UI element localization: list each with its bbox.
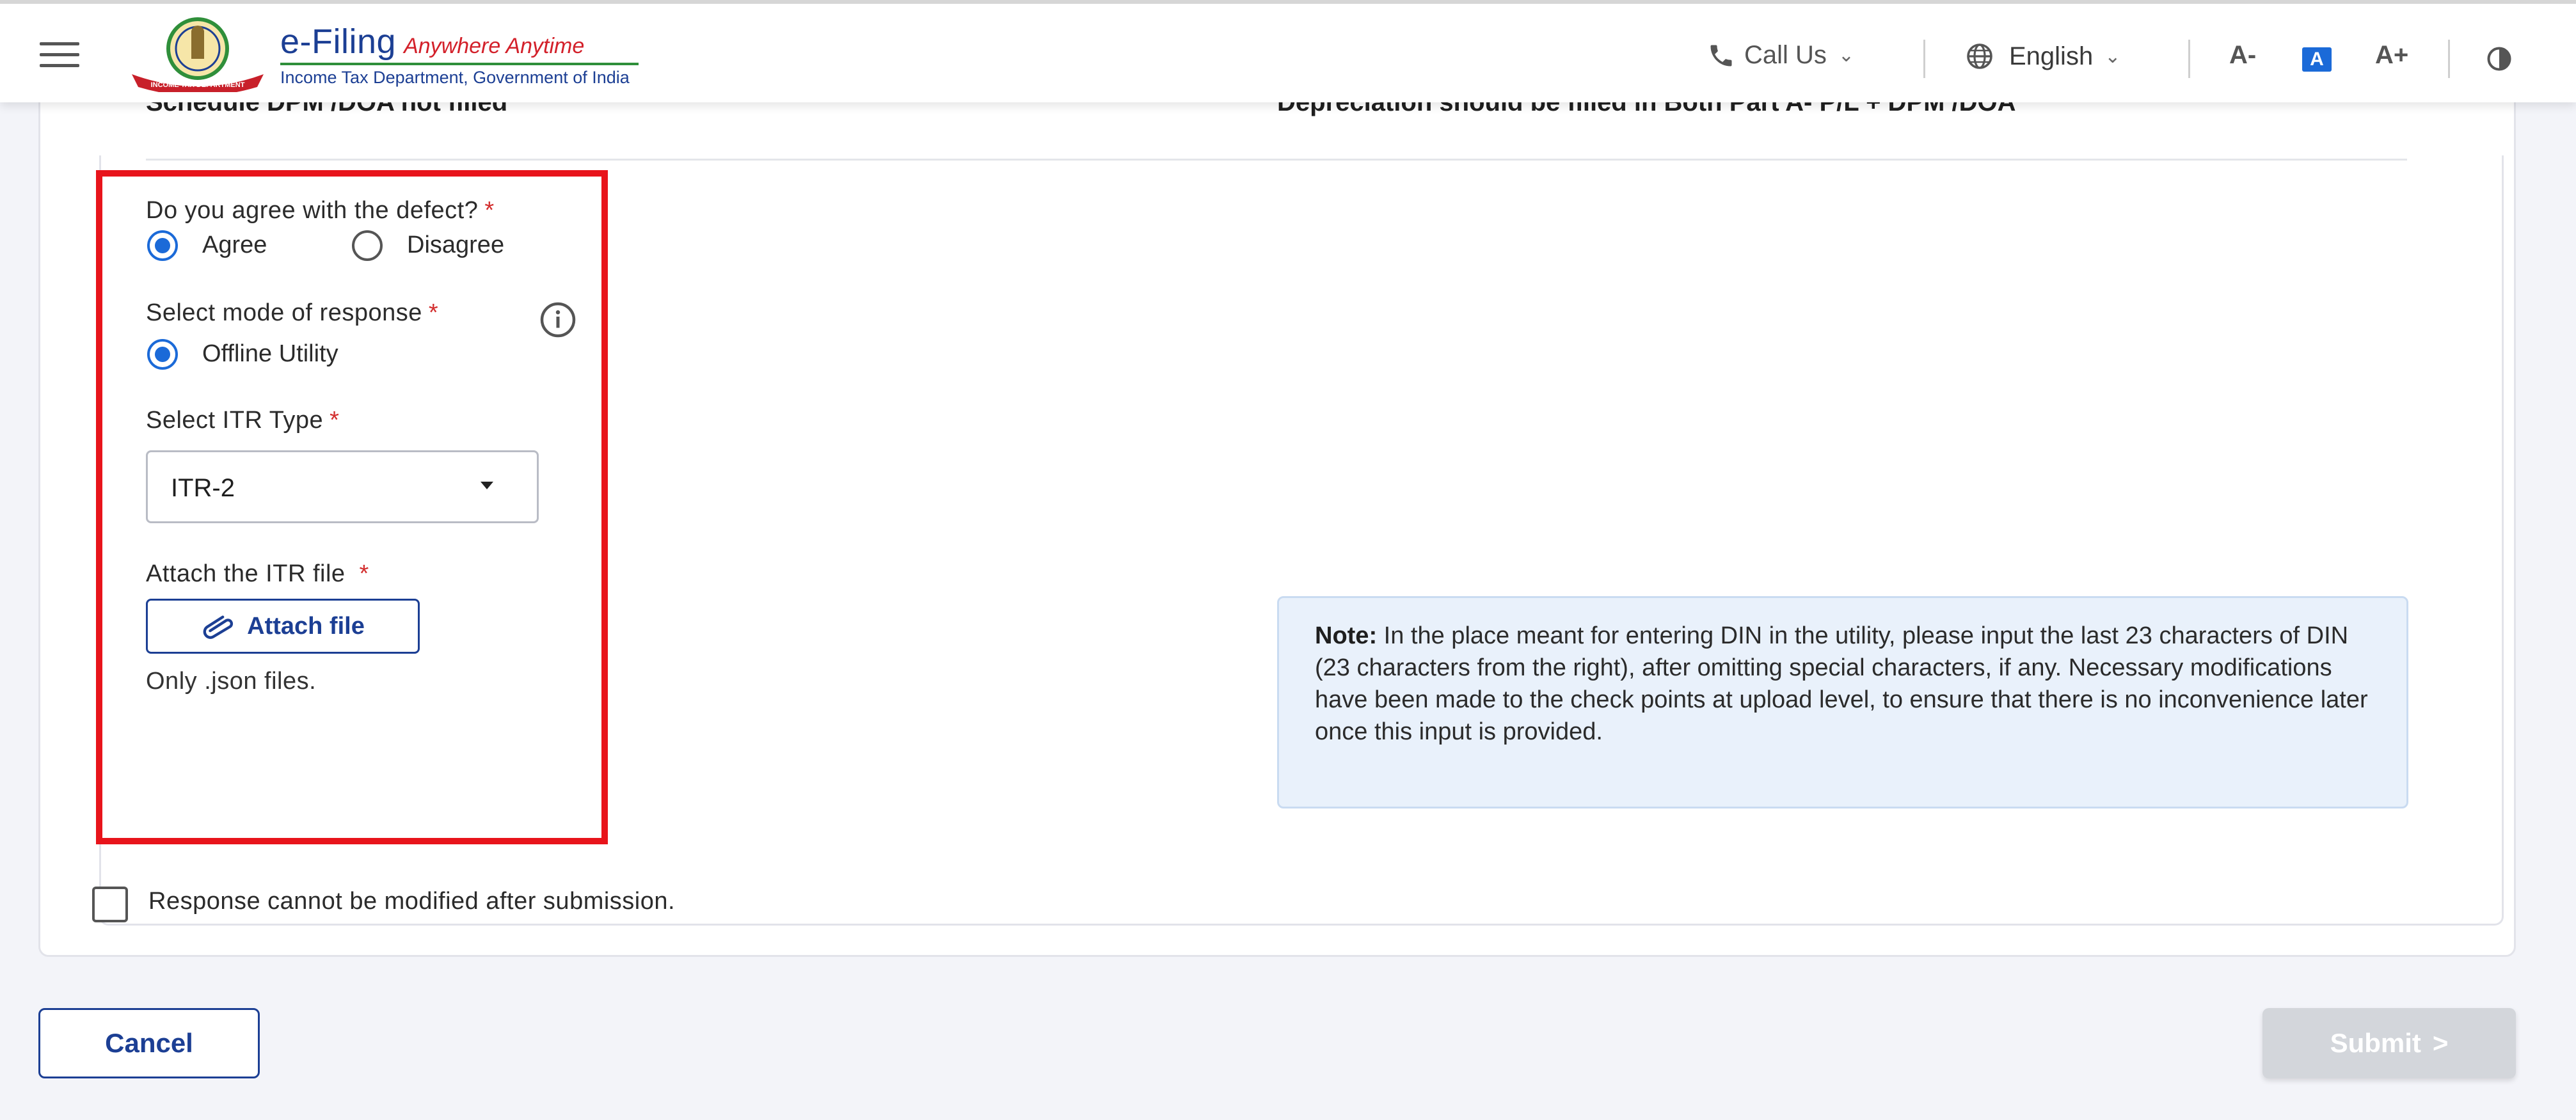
- file-type-hint: Only .json files.: [146, 668, 317, 695]
- cancel-button[interactable]: Cancel: [38, 1008, 260, 1078]
- attach-file-button-label: Attach file: [247, 612, 365, 640]
- submit-button-label: Submit: [2330, 1028, 2421, 1058]
- cancel-button-label: Cancel: [105, 1028, 193, 1058]
- agree-question-label: Do you agree with the defect? *: [146, 197, 495, 225]
- contrast-toggle-icon[interactable]: [2485, 45, 2513, 73]
- info-icon[interactable]: [539, 301, 577, 339]
- attach-file-label: Attach the ITR file *: [146, 560, 369, 588]
- offline-utility-label: Offline Utility: [202, 340, 338, 367]
- font-increase-button[interactable]: A+: [2375, 41, 2408, 70]
- header-divider: [1923, 40, 1925, 78]
- income-tax-emblem-logo: INCOME TAX DEPARTMENT: [132, 17, 264, 92]
- itr-type-select[interactable]: ITR-2: [146, 450, 539, 523]
- menu-icon[interactable]: [40, 42, 79, 68]
- paperclip-icon: [203, 615, 234, 639]
- brand-tagline: Anywhere Anytime: [404, 34, 585, 58]
- attach-file-button[interactable]: Attach file: [146, 599, 420, 654]
- offline-utility-radio[interactable]: [147, 339, 178, 370]
- caret-down-icon: [481, 482, 493, 489]
- required-asterisk: *: [359, 560, 369, 587]
- brand-subtitle: Income Tax Department, Government of Ind…: [280, 68, 630, 87]
- chevron-down-icon: ⌄: [2104, 45, 2121, 67]
- itr-type-label-text: Select ITR Type: [146, 407, 324, 434]
- header-divider: [2448, 40, 2450, 78]
- row-divider: [146, 159, 2407, 161]
- mode-label-text: Select mode of response: [146, 299, 422, 326]
- note-title: Note:: [1315, 622, 1378, 649]
- mode-label: Select mode of response *: [146, 299, 438, 327]
- globe-icon: [1967, 43, 1992, 69]
- itr-type-value: ITR-2: [171, 474, 235, 502]
- brand-underline: [280, 63, 639, 65]
- language-dropdown[interactable]: English ⌄: [1964, 41, 2120, 72]
- required-asterisk: *: [428, 299, 439, 326]
- disagree-radio[interactable]: [352, 230, 383, 261]
- header-divider: [2188, 40, 2190, 78]
- agree-option-label: Agree: [202, 232, 267, 258]
- disagree-option-label: Disagree: [407, 232, 505, 258]
- font-default-button[interactable]: A: [2302, 47, 2332, 72]
- note-text: In the place meant for entering DIN in t…: [1315, 622, 2368, 745]
- submit-button[interactable]: Submit >: [2262, 1008, 2516, 1078]
- agree-radio[interactable]: [147, 230, 178, 261]
- din-note-box: Note: In the place meant for entering DI…: [1277, 596, 2408, 808]
- chevron-down-icon: ⌄: [1838, 45, 1855, 66]
- chevron-right-icon: >: [2432, 1028, 2449, 1058]
- brand-title: e-Filing: [280, 22, 397, 61]
- phone-icon: [1710, 45, 1732, 66]
- call-us-label: Call Us: [1744, 41, 1827, 69]
- agree-question-text: Do you agree with the defect?: [146, 197, 479, 224]
- svg-text:INCOME TAX DEPARTMENT: INCOME TAX DEPARTMENT: [151, 81, 245, 89]
- confirm-checkbox[interactable]: [92, 887, 128, 922]
- confirm-checkbox-label: Response cannot be modified after submis…: [148, 888, 676, 915]
- font-decrease-button[interactable]: A-: [2229, 41, 2256, 70]
- call-us-dropdown[interactable]: Call Us ⌄: [1707, 41, 1854, 70]
- top-header: INCOME TAX DEPARTMENT e-Filing Anywhere A…: [0, 0, 2576, 102]
- required-asterisk: *: [330, 407, 340, 434]
- attach-file-label-text: Attach the ITR file: [146, 560, 346, 587]
- itr-type-label: Select ITR Type *: [146, 407, 339, 434]
- language-label: English: [2009, 42, 2094, 70]
- brand-block[interactable]: e-Filing Anywhere Anytime Income Tax Depa…: [280, 22, 639, 88]
- required-asterisk: *: [484, 197, 495, 224]
